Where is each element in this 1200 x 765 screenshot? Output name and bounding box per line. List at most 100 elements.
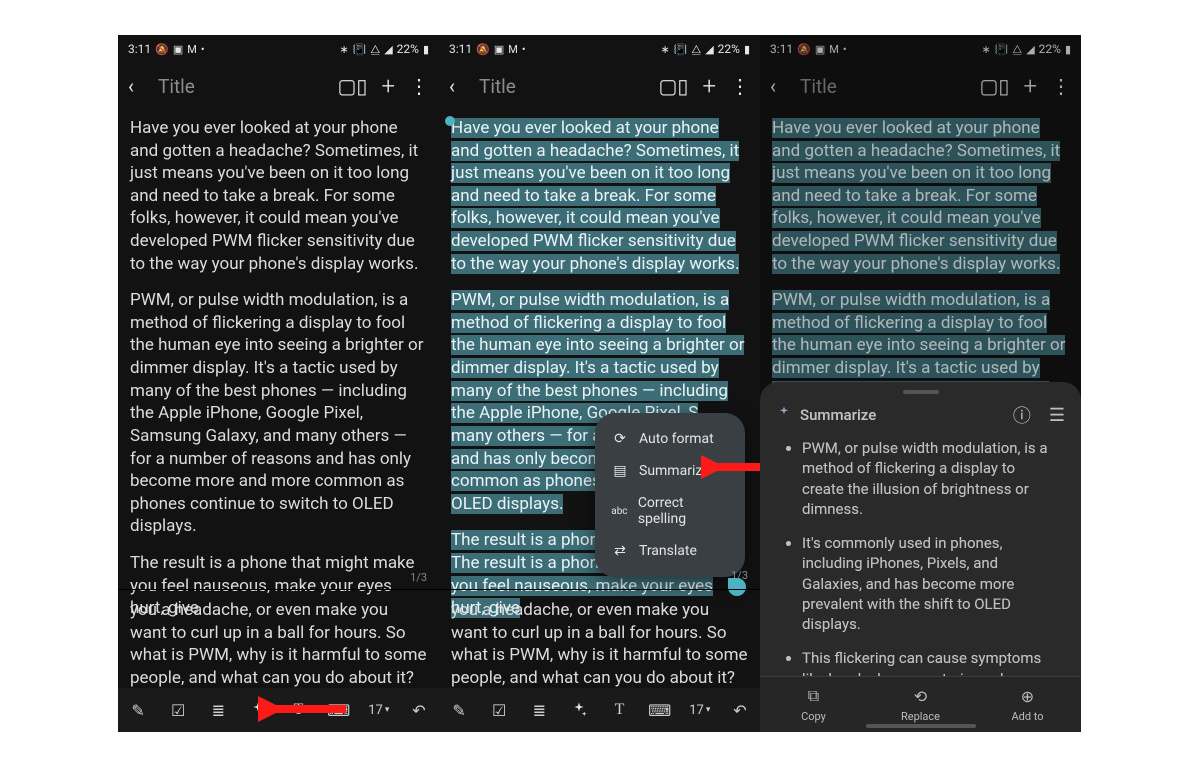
auto-format-icon: ⟳ bbox=[611, 431, 629, 447]
note-paragraph-2[interactable]: PWM, or pulse width modulation, is a met… bbox=[130, 289, 427, 538]
back-button[interactable]: ‹ bbox=[128, 74, 152, 98]
replace-button[interactable]: ⟲ Replace bbox=[868, 687, 974, 723]
more-menu-button[interactable]: ⋮ bbox=[1051, 74, 1071, 98]
home-indicator bbox=[866, 724, 976, 728]
text-style-button[interactable]: T bbox=[605, 688, 635, 732]
more-menu-button[interactable]: ⋮ bbox=[730, 74, 750, 98]
menu-item-correct-spelling[interactable]: abc Correct spelling bbox=[595, 487, 745, 535]
back-button[interactable]: ‹ bbox=[449, 74, 473, 98]
summary-bullet-2: It's commonly used in phones, including … bbox=[802, 533, 1059, 634]
reader-mode-icon[interactable]: ▢▯ bbox=[659, 74, 689, 98]
summarize-header: Summarize ⓘ ☰ bbox=[760, 398, 1081, 438]
text-align-button[interactable]: ≣ bbox=[524, 688, 554, 732]
dot-icon: • bbox=[201, 44, 205, 55]
image-icon: ▣ bbox=[173, 44, 183, 55]
back-button[interactable]: ‹ bbox=[770, 74, 794, 98]
font-size-selector[interactable]: 17▾ bbox=[364, 688, 394, 732]
more-menu-button[interactable]: ⋮ bbox=[409, 74, 429, 98]
add-to-label: Add to bbox=[1011, 710, 1043, 723]
ai-sparkle-icon bbox=[776, 405, 792, 425]
spellcheck-icon: abc bbox=[611, 506, 628, 517]
battery-percent: 22% bbox=[1039, 42, 1061, 56]
note-body-upper-selected[interactable]: Have you ever looked at your phone and g… bbox=[760, 109, 1081, 425]
note-title-input[interactable]: Title bbox=[473, 75, 659, 98]
dot-icon: • bbox=[843, 44, 847, 55]
add-to-button[interactable]: ⊕ Add to bbox=[975, 687, 1081, 723]
vibrate-icon: 📳 bbox=[995, 44, 1009, 55]
text-align-button[interactable]: ≣ bbox=[203, 688, 233, 732]
phone-screenshot-3: 3:11 🔕 ▣ M • ∗ 📳 ⧋ ◢ 22% ▮ ‹ Title bbox=[760, 35, 1081, 732]
signal-icon: ◢ bbox=[1026, 44, 1034, 55]
status-bar: 3:11 🔕 ▣ M • ∗ 📳 ⧋ ◢ 22% ▮ bbox=[118, 35, 439, 63]
menu-item-summarize[interactable]: ▤ Summarize bbox=[595, 455, 745, 487]
undo-button[interactable]: ↶ bbox=[404, 688, 434, 732]
bluetooth-icon: ∗ bbox=[981, 44, 990, 55]
reader-mode-icon[interactable]: ▢▯ bbox=[338, 74, 368, 98]
note-title-input[interactable]: Title bbox=[152, 75, 338, 98]
bluetooth-icon: ∗ bbox=[660, 44, 669, 55]
ai-context-menu: ⟳ Auto format ▤ Summarize abc Correct sp… bbox=[595, 413, 745, 577]
note-title-input[interactable]: Title bbox=[794, 75, 980, 98]
page-indicator: 1/3 bbox=[410, 571, 427, 584]
translate-icon: ⇄ bbox=[611, 543, 629, 559]
bluetooth-icon: ∗ bbox=[339, 44, 348, 55]
summary-content: PWM, or pulse width modulation, is a met… bbox=[760, 438, 1081, 676]
summarize-icon: ▤ bbox=[611, 463, 629, 479]
silent-mode-icon: 🔕 bbox=[155, 44, 169, 55]
wifi-icon: ⧋ bbox=[370, 44, 380, 55]
add-button[interactable]: + bbox=[702, 72, 716, 100]
summarize-footer: ⧉ Copy ⟲ Replace ⊕ Add to bbox=[760, 676, 1081, 732]
format-toolbar: ✎ ☑ ≣ T ⌨ 17▾ ↶ bbox=[118, 688, 439, 732]
list-format-button[interactable]: ☰ bbox=[1049, 405, 1065, 426]
vibrate-icon: 📳 bbox=[674, 44, 688, 55]
summarize-panel: Summarize ⓘ ☰ PWM, or pulse width modula… bbox=[760, 382, 1081, 732]
text-style-button[interactable]: T bbox=[284, 688, 314, 732]
menu-label: Summarize bbox=[639, 463, 710, 479]
drag-handle[interactable] bbox=[903, 390, 939, 394]
status-bar: 3:11 🔕 ▣ M • ∗ 📳 ⧋ ◢ 22% ▮ bbox=[439, 35, 760, 63]
note-body-upper[interactable]: Have you ever looked at your phone and g… bbox=[118, 109, 439, 620]
dot-icon: • bbox=[522, 44, 526, 55]
ai-sparkle-button[interactable] bbox=[564, 688, 594, 732]
status-time: 3:11 bbox=[770, 42, 793, 56]
replace-label: Replace bbox=[901, 710, 940, 723]
summarize-title: Summarize bbox=[800, 406, 995, 424]
phone-screenshot-1: 3:11 🔕 ▣ M • ∗ 📳 ⧋ ◢ 22% ▮ ‹ Title bbox=[118, 35, 439, 732]
menu-label: Translate bbox=[639, 543, 697, 559]
font-size-selector[interactable]: 17▾ bbox=[685, 688, 715, 732]
reader-mode-icon[interactable]: ▢▯ bbox=[980, 74, 1010, 98]
font-button[interactable]: ⌨ bbox=[324, 688, 354, 732]
menu-item-auto-format[interactable]: ⟳ Auto format bbox=[595, 423, 745, 455]
battery-icon: ▮ bbox=[1065, 44, 1071, 55]
note-paragraph-1[interactable]: Have you ever looked at your phone and g… bbox=[451, 117, 748, 275]
signal-icon: ◢ bbox=[705, 44, 713, 55]
checkbox-tool-button[interactable]: ☑ bbox=[484, 688, 514, 732]
menu-item-translate[interactable]: ⇄ Translate bbox=[595, 535, 745, 567]
summary-bullet-3: This flickering can cause symptoms like … bbox=[802, 648, 1059, 676]
copy-button[interactable]: ⧉ Copy bbox=[761, 686, 867, 723]
note-header: ‹ Title ▢▯ + ⋮ bbox=[760, 63, 1081, 109]
undo-button[interactable]: ↶ bbox=[725, 688, 755, 732]
note-paragraph-1[interactable]: Have you ever looked at your phone and g… bbox=[772, 117, 1069, 275]
replace-icon: ⟲ bbox=[914, 687, 927, 706]
wifi-icon: ⧋ bbox=[1012, 44, 1022, 55]
ai-sparkle-button[interactable] bbox=[243, 688, 273, 732]
info-button[interactable]: ⓘ bbox=[1013, 402, 1031, 428]
add-button[interactable]: + bbox=[381, 72, 395, 100]
note-paragraph-1[interactable]: Have you ever looked at your phone and g… bbox=[130, 117, 427, 275]
checkbox-tool-button[interactable]: ☑ bbox=[163, 688, 193, 732]
wifi-icon: ⧋ bbox=[691, 44, 701, 55]
pen-tool-button[interactable]: ✎ bbox=[123, 688, 153, 732]
copy-label: Copy bbox=[801, 710, 826, 723]
vibrate-icon: 📳 bbox=[353, 44, 367, 55]
add-to-icon: ⊕ bbox=[1021, 687, 1034, 706]
phone-screenshot-2: 3:11 🔕 ▣ M • ∗ 📳 ⧋ ◢ 22% ▮ ‹ Title bbox=[439, 35, 760, 732]
pen-tool-button[interactable]: ✎ bbox=[444, 688, 474, 732]
mail-icon: M bbox=[829, 44, 839, 55]
signal-icon: ◢ bbox=[384, 44, 392, 55]
image-icon: ▣ bbox=[815, 44, 825, 55]
font-button[interactable]: ⌨ bbox=[645, 688, 675, 732]
add-button[interactable]: + bbox=[1023, 72, 1037, 100]
silent-mode-icon: 🔕 bbox=[797, 44, 811, 55]
copy-icon: ⧉ bbox=[808, 686, 819, 706]
